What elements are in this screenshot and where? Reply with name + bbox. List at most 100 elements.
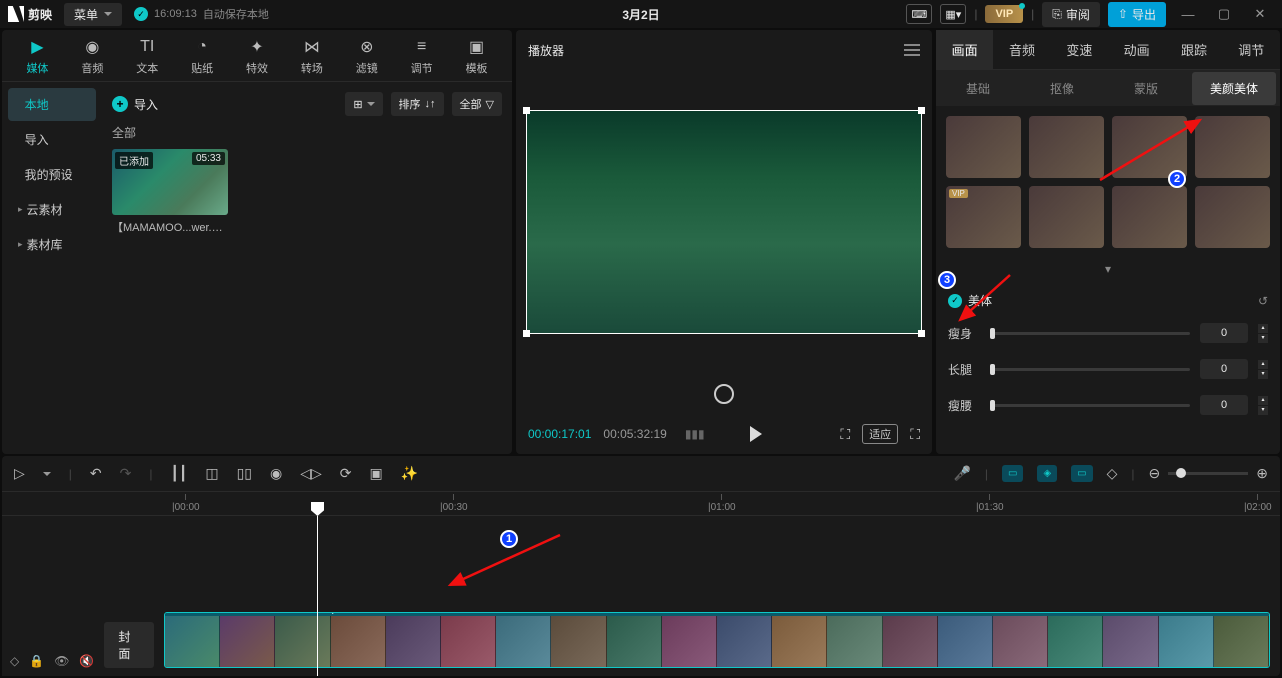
- preview-area[interactable]: [516, 70, 932, 374]
- maximize-button[interactable]: ▢: [1210, 6, 1238, 22]
- prop-tab-变速[interactable]: 变速: [1051, 30, 1108, 69]
- main-track-icon[interactable]: ◇: [10, 654, 19, 668]
- slider-track[interactable]: [990, 404, 1190, 407]
- preset-thumb[interactable]: [1112, 186, 1187, 248]
- topnav-模板[interactable]: ▣模板: [449, 36, 504, 76]
- topnav-特效[interactable]: ✦特效: [230, 36, 285, 76]
- sidebar-item-导入[interactable]: 导入: [8, 123, 96, 156]
- preset-thumb[interactable]: [1195, 186, 1270, 248]
- app-logo: 剪映: [8, 6, 52, 23]
- slider-value[interactable]: 0: [1200, 359, 1248, 379]
- timeline-panel: ▷ | ↶ ↷ | ┃┃ ◫ ▯▯ ◉ ◁▷ ⟳ ▣ ✨ 🎤 | ▭ ◈ ▭ ◇…: [2, 456, 1280, 676]
- topnav-文本[interactable]: TI文本: [120, 36, 175, 76]
- autosave-status: ✓ 16:09:13 自动保存本地: [134, 6, 269, 22]
- fit-button[interactable]: 适应: [862, 424, 898, 444]
- reset-icon[interactable]: ↺: [1258, 294, 1268, 308]
- slider-瘦腰: 瘦腰0▴▾: [948, 395, 1268, 415]
- prop-tab-画面[interactable]: 画面: [936, 30, 993, 69]
- project-title: 3月2日: [622, 6, 659, 23]
- topnav-调节[interactable]: ≡调节: [394, 36, 449, 76]
- review-button[interactable]: ⎘ 审阅: [1042, 2, 1100, 27]
- prop-tab-音频[interactable]: 音频: [993, 30, 1050, 69]
- sub-tab-蒙版[interactable]: 蒙版: [1104, 72, 1188, 105]
- prop-tab-动画[interactable]: 动画: [1108, 30, 1165, 69]
- player-menu-icon[interactable]: [904, 44, 920, 56]
- snap-icon[interactable]: ▭: [1071, 465, 1092, 482]
- split-tool[interactable]: ┃┃: [171, 465, 188, 482]
- filter-button[interactable]: 全部 ▽: [452, 92, 502, 116]
- minimize-button[interactable]: —: [1174, 7, 1202, 22]
- cover-button[interactable]: 封面: [104, 622, 154, 668]
- magnetic-icon[interactable]: ▭: [1002, 465, 1023, 482]
- visibility-icon[interactable]: 👁: [54, 654, 69, 668]
- fullscreen-icon[interactable]: ⛶: [910, 426, 920, 443]
- lock-icon[interactable]: 🔒: [29, 654, 44, 668]
- trim-left-tool[interactable]: ◫: [205, 465, 218, 482]
- marker-icon[interactable]: ◇: [1107, 465, 1118, 482]
- slider-value[interactable]: 0: [1200, 395, 1248, 415]
- timeline-body[interactable]: ◇ 🔒 👁 🔇 封面 【MAMAMOO】MV- Wind Flower.mp4 …: [2, 516, 1280, 676]
- link-icon[interactable]: ◈: [1037, 465, 1057, 482]
- redo-button[interactable]: ↷: [120, 465, 132, 482]
- slider-value[interactable]: 0: [1200, 323, 1248, 343]
- mic-icon[interactable]: 🎤: [953, 465, 970, 482]
- trim-right-tool[interactable]: ▯▯: [237, 465, 252, 482]
- export-button[interactable]: ⇧ 导出: [1108, 2, 1166, 27]
- view-mode-button[interactable]: ⊞: [345, 92, 382, 116]
- sort-button[interactable]: 排序 ↓↑: [391, 92, 444, 116]
- rotate-tool[interactable]: ⟳: [340, 465, 352, 482]
- play-button[interactable]: [750, 426, 762, 442]
- topnav-转场[interactable]: ⋈转场: [284, 36, 339, 76]
- sidebar-item-本地[interactable]: 本地: [8, 88, 96, 121]
- playhead[interactable]: [317, 516, 318, 676]
- sub-tab-基础[interactable]: 基础: [936, 72, 1020, 105]
- close-button[interactable]: ✕: [1246, 6, 1274, 22]
- zoom-out-icon[interactable]: ⊖: [1149, 465, 1161, 482]
- category-label: 全部: [112, 124, 502, 141]
- slider-track[interactable]: [990, 368, 1190, 371]
- logo-icon: [8, 6, 24, 22]
- media-sidebar: 本地 导入 我的预设▸云素材▸素材库: [2, 82, 102, 454]
- mute-icon[interactable]: 🔇: [79, 654, 94, 668]
- total-time: 00:05:32:19: [603, 427, 666, 441]
- topnav-媒体[interactable]: ▶媒体: [10, 36, 65, 76]
- crop-tool[interactable]: ▣: [370, 465, 383, 482]
- undo-button[interactable]: ↶: [90, 465, 102, 482]
- preset-thumb[interactable]: [1029, 186, 1104, 248]
- ai-tool[interactable]: ✨: [401, 465, 418, 482]
- prop-tab-调节[interactable]: 调节: [1223, 30, 1280, 69]
- vip-badge[interactable]: VIP: [985, 5, 1023, 23]
- menu-button[interactable]: 菜单: [64, 3, 122, 26]
- topnav-音频[interactable]: ◉音频: [65, 36, 120, 76]
- sub-tab-抠像[interactable]: 抠像: [1020, 72, 1104, 105]
- zoom-in-icon[interactable]: ⊕: [1256, 465, 1268, 482]
- current-time: 00:00:17:01: [528, 427, 591, 441]
- sidebar-item-素材库[interactable]: ▸素材库: [8, 228, 96, 261]
- preset-thumb[interactable]: VIP: [946, 186, 1021, 248]
- preset-thumb[interactable]: [946, 116, 1021, 178]
- refresh-icon[interactable]: [714, 384, 734, 404]
- zoom-control: ⊖ ⊕: [1149, 465, 1268, 482]
- topnav-滤镜[interactable]: ⊗滤镜: [339, 36, 394, 76]
- preview-frame[interactable]: [526, 110, 922, 334]
- select-tool[interactable]: ▷: [14, 465, 25, 482]
- slider-track[interactable]: [990, 332, 1190, 335]
- crop-icon[interactable]: ⛶: [840, 426, 850, 443]
- prop-tab-跟踪[interactable]: 跟踪: [1165, 30, 1222, 69]
- timeline-ruler[interactable]: |00:00|00:30|01:00|01:30|02:00: [2, 492, 1280, 516]
- property-tabs: 画面音频变速动画跟踪调节: [936, 30, 1280, 70]
- import-button[interactable]: + 导入: [112, 96, 158, 113]
- layout-icon[interactable]: ▦▾: [940, 4, 966, 24]
- sidebar-item-我的预设[interactable]: 我的预设: [8, 158, 96, 191]
- thumb-filename: 【MAMAMOO...wer.mp4: [112, 219, 228, 235]
- video-clip[interactable]: 【MAMAMOO】MV- Wind Flower.mp4 00:05:32:19: [164, 612, 1270, 668]
- player-panel: 播放器 00:00:17:01 00:05:32:19 ▮▮▮ ⛶ 适应 ⛶: [516, 30, 932, 454]
- shortcut-icon[interactable]: ⌨: [906, 4, 932, 24]
- topnav-贴纸[interactable]: ◔贴纸: [175, 36, 230, 76]
- sub-tab-美颜美体[interactable]: 美颜美体: [1192, 72, 1276, 105]
- zoom-slider[interactable]: [1168, 472, 1248, 475]
- media-thumb[interactable]: 已添加 05:33 【MAMAMOO...wer.mp4: [112, 149, 228, 235]
- speed-tool[interactable]: ◉: [270, 465, 282, 482]
- sidebar-item-云素材[interactable]: ▸云素材: [8, 193, 96, 226]
- mirror-tool[interactable]: ◁▷: [300, 465, 322, 482]
